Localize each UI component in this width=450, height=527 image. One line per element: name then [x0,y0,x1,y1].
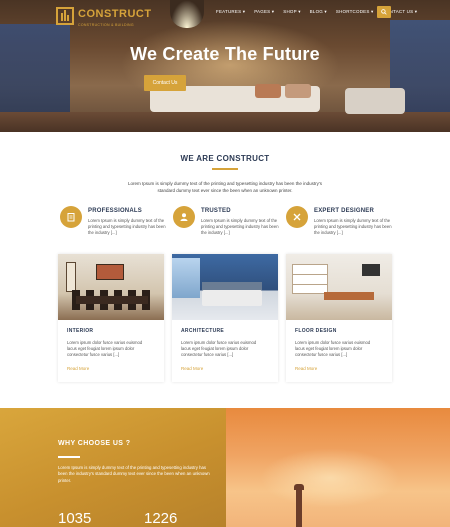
nav-item-blog[interactable]: BLOG ▾ [310,9,327,15]
stat-counter: 1226 [144,510,178,527]
clipboard-icon [67,213,75,222]
sunset-glow [260,448,400,508]
tower [296,488,302,527]
feature-text: Lorem Ipsum is simply dummy text of the … [201,218,279,236]
service-card-interior[interactable]: INTERIOR Lorem ipsum dolor fusce varius … [58,254,164,382]
read-more-link[interactable]: Read More [67,366,89,371]
architecture-image [172,254,278,320]
brand-tagline: CONSTRUCTION & BUILDING [78,23,134,27]
read-more-link[interactable]: Read More [181,366,203,371]
about-text: Lorem Ipsum is simply dummy text of the … [128,181,322,193]
card-text: Lorem ipsum dolor fusce varius euismod l… [181,340,257,358]
nav-item-shortcodes[interactable]: SHORTCODES ▾ [336,9,374,15]
feature-icon-badge [173,206,195,228]
feature-professionals: PROFESSIONALS Lorem Ipsum is simply dumm… [60,206,170,242]
user-icon [180,213,188,221]
hero-title: We Create The Future [130,44,320,64]
feature-text: Lorem Ipsum is simply dummy text of the … [88,218,166,236]
why-title: WHY CHOOSE US ? [58,440,131,447]
card-title: INTERIOR [67,328,94,334]
why-title-underline [58,456,80,458]
service-card-floor-design[interactable]: FLOOR DESIGN Lorem ipsum dolor fusce var… [286,254,392,382]
hero-cushion [285,84,311,98]
read-more-link[interactable]: Read More [295,366,317,371]
stat-counter: 1035 [58,510,92,527]
feature-icon-badge [60,206,82,228]
card-text: Lorem ipsum dolor fusce varius euismod l… [67,340,143,358]
why-text: Lorem Ipsum is simply dummy text of the … [58,465,210,483]
card-title: FLOOR DESIGN [295,328,337,334]
hero-floor [0,112,450,132]
floor-design-image [286,254,392,320]
contact-us-button[interactable]: Contact Us [144,75,186,91]
hero-window-left [0,24,70,114]
feature-icon-badge [286,206,308,228]
card-title: ARCHITECTURE [181,328,225,334]
service-card-architecture[interactable]: ARCHITECTURE Lorem ipsum dolor fusce var… [172,254,278,382]
search-button[interactable] [377,6,391,18]
nav-item-features[interactable]: FEATURES ▾ [216,9,245,15]
feature-trusted: TRUSTED Lorem Ipsum is simply dummy text… [173,206,283,242]
feature-text: Lorem Ipsum is simply dummy text of the … [314,218,392,236]
about-title-underline [212,168,238,170]
nav-item-shop[interactable]: SHOP ▾ [283,9,300,15]
feature-title: EXPERT DESIGNER [314,208,375,214]
site-logo[interactable]: CONSTRUCT CONSTRUCTION & BUILDING [56,4,152,27]
about-title: WE ARE CONSTRUCT [180,154,270,163]
feature-expert-designer: EXPERT DESIGNER Lorem Ipsum is simply du… [286,206,396,242]
search-icon [381,9,387,15]
hero-cushion [255,84,281,98]
feature-title: PROFESSIONALS [88,208,142,214]
tools-icon [293,213,301,221]
card-text: Lorem ipsum dolor fusce varius euismod l… [295,340,371,358]
interior-image [58,254,164,320]
feature-title: TRUSTED [201,208,231,214]
logo-icon [56,6,74,25]
hero-armchair [345,88,405,114]
nav-item-pages[interactable]: PAGES ▾ [254,9,274,15]
brand-name: CONSTRUCT [78,8,152,20]
